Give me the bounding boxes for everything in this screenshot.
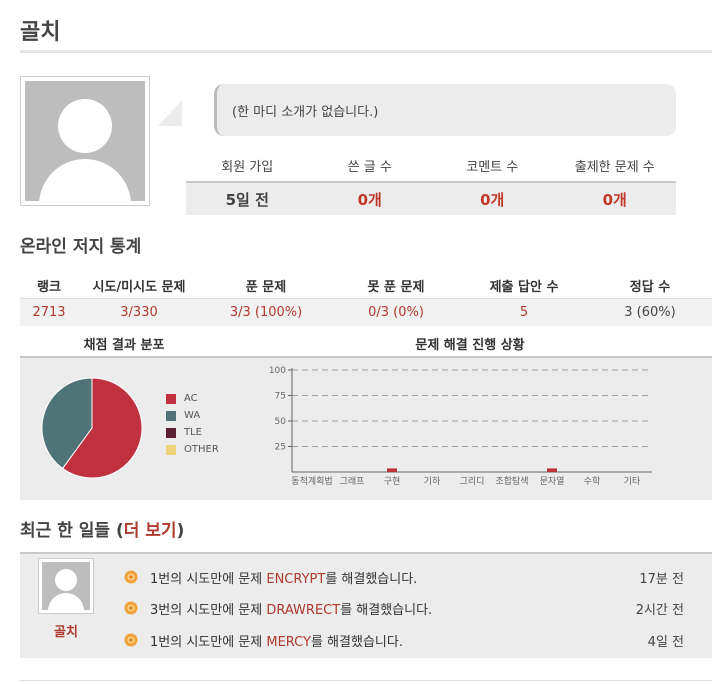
activity-item: 3번의 시도만에 문제 DRAWRECT를 해결했습니다. 2시간 전 xyxy=(124,597,684,619)
stat-label-posts: 쓴 글 수 xyxy=(347,160,392,175)
stat-label-joined: 회원 가입 xyxy=(221,160,274,175)
x-tick-label: 문자열 xyxy=(540,476,565,487)
bottom-divider xyxy=(20,680,712,681)
avatar xyxy=(20,76,150,206)
header-solved: 푼 문제 xyxy=(245,279,287,295)
header-attempted: 시도/미시도 문제 xyxy=(92,279,186,295)
stat-value-problems[interactable]: 0개 xyxy=(554,189,677,210)
legend-item-other: OTHER xyxy=(166,441,219,458)
legend-item-ac: AC xyxy=(166,390,219,407)
profile-stat-values: 5일 전 0개 0개 0개 xyxy=(186,181,676,215)
x-tick-label: 구현 xyxy=(384,476,401,487)
judge-stats-heading: 온라인 저지 통계 xyxy=(20,237,142,257)
activity-suffix: 를 해결했습니다. xyxy=(325,571,418,587)
activity-prefix: 1번의 시도만에 문제 xyxy=(150,571,267,587)
recent-avatar[interactable] xyxy=(38,558,94,614)
stat-value-comments[interactable]: 0개 xyxy=(431,189,554,210)
submissions-value[interactable]: 5 xyxy=(460,305,588,320)
solved-star-icon xyxy=(124,570,138,584)
legend-label: WA xyxy=(184,410,201,421)
recent-username[interactable]: 골치 xyxy=(38,621,94,640)
default-user-icon xyxy=(25,81,145,201)
activity-item: 1번의 시도만에 문제 ENCRYPT를 해결했습니다. 17분 전 xyxy=(124,566,684,588)
y-tick-label: 25 xyxy=(275,443,286,453)
more-link[interactable]: 더 보기 xyxy=(124,521,177,541)
x-tick-label: 그래프 xyxy=(340,476,365,487)
stat-label-comments: 코멘트 수 xyxy=(466,160,519,175)
judge-table-header: 랭크 시도/미시도 문제 푼 문제 못 푼 문제 제출 답안 수 정답 수 xyxy=(20,272,712,298)
legend-swatch xyxy=(166,427,176,438)
x-tick-label: 수학 xyxy=(584,476,601,487)
legend-label: AC xyxy=(184,393,198,404)
solved-value[interactable]: 3/3 (100%) xyxy=(200,305,332,320)
activity-text: 1번의 시도만에 문제 MERCY를 해결했습니다. xyxy=(150,631,648,650)
legend-swatch xyxy=(166,393,176,404)
attempted-value[interactable]: 3/330 xyxy=(78,305,200,320)
solved-star-icon xyxy=(124,633,138,647)
activity-prefix: 3번의 시도만에 문제 xyxy=(150,602,267,618)
x-tick-label: 동적계획법 xyxy=(291,475,332,487)
activity-time: 17분 전 xyxy=(639,571,684,587)
profile-stat-labels: 회원 가입 쓴 글 수 코멘트 수 출제한 문제 수 xyxy=(186,156,676,178)
stat-label-problems: 출제한 문제 수 xyxy=(574,160,655,175)
y-tick-label: 75 xyxy=(275,392,286,402)
page-title: 골치 xyxy=(20,20,61,45)
unsolved-value[interactable]: 0/3 (0%) xyxy=(332,305,460,320)
activity-suffix: 를 해결했습니다. xyxy=(340,602,433,618)
speech-bubble-tail xyxy=(158,100,182,126)
recent-heading: 최근 한 일들 (더 보기) xyxy=(20,516,184,541)
solved-star-icon xyxy=(124,601,138,615)
legend-label: TLE xyxy=(184,427,202,438)
accepted-value: 3 (60%) xyxy=(624,305,676,320)
header-submissions: 제출 답안 수 xyxy=(489,279,559,295)
judge-table-row: 2713 3/330 3/3 (100%) 0/3 (0%) 5 3 (60%) xyxy=(20,298,712,326)
bar-chart-title: 문제 해결 진행 상황 xyxy=(415,338,525,353)
legend-label: OTHER xyxy=(184,444,219,455)
x-tick-label: 그리디 xyxy=(460,476,485,487)
legend-item-tle: TLE xyxy=(166,424,219,441)
progress-bar-chart: 25 50 75 100 동적계획법 그래프 구현 기하 그리디 조합탐색 문자열 수학 기타 xyxy=(269,366,652,487)
pie-chart-title: 채점 결과 분포 xyxy=(83,338,165,353)
problem-link[interactable]: ENCRYPT xyxy=(266,572,325,587)
intro-text: (한 마디 소개가 없습니다.) xyxy=(232,105,379,120)
default-user-icon xyxy=(42,562,90,610)
activity-time: 4일 전 xyxy=(647,634,684,650)
legend-swatch xyxy=(166,410,176,421)
title-divider xyxy=(20,50,712,53)
header-rank: 랭크 xyxy=(37,279,61,295)
y-tick-label: 50 xyxy=(275,417,287,427)
y-tick-label: 100 xyxy=(269,366,286,376)
activity-item: 1번의 시도만에 문제 MERCY를 해결했습니다. 4일 전 xyxy=(124,629,684,651)
activity-text: 3번의 시도만에 문제 DRAWRECT를 해결했습니다. xyxy=(150,599,636,618)
activity-suffix: 를 해결했습니다. xyxy=(310,634,403,650)
legend-item-wa: WA xyxy=(166,407,219,424)
x-tick-label: 기하 xyxy=(424,476,441,487)
header-unsolved: 못 푼 문제 xyxy=(367,279,425,295)
verdict-pie-chart xyxy=(41,377,143,479)
stat-value-joined: 5일 전 xyxy=(225,190,269,209)
x-tick-label: 조합탐색 xyxy=(495,475,528,487)
activity-time: 2시간 전 xyxy=(635,602,684,618)
x-tick-label: 기타 xyxy=(624,476,641,487)
problem-link[interactable]: MERCY xyxy=(266,635,311,650)
activity-prefix: 1번의 시도만에 문제 xyxy=(150,634,267,650)
problem-link[interactable]: DRAWRECT xyxy=(266,603,340,618)
stat-value-posts[interactable]: 0개 xyxy=(309,189,432,210)
rank-value[interactable]: 2713 xyxy=(20,305,78,320)
legend-swatch xyxy=(166,444,176,455)
recent-heading-text: 최근 한 일들 ( xyxy=(20,521,124,541)
pie-legend: AC WA TLE OTHER xyxy=(166,390,219,458)
recent-heading-close: ) xyxy=(176,521,185,541)
bar-구현 xyxy=(387,468,397,472)
activity-text: 1번의 시도만에 문제 ENCRYPT를 해결했습니다. xyxy=(150,568,639,587)
bar-문자열 xyxy=(547,468,557,472)
header-accepted: 정답 수 xyxy=(629,279,671,295)
